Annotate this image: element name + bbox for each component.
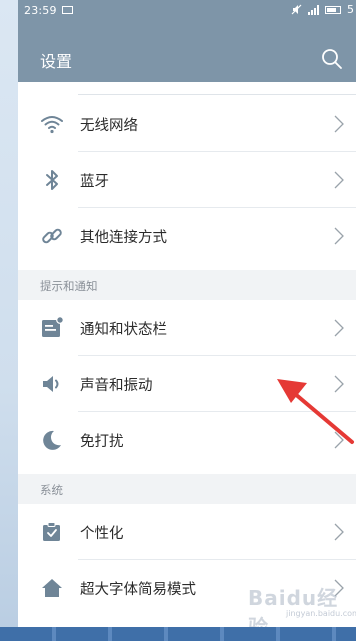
personalize-icon — [43, 522, 60, 541]
watermark-url: jingyan.baidu.com — [286, 609, 356, 618]
bluetooth-icon — [46, 170, 58, 190]
search-icon[interactable] — [320, 47, 344, 71]
status-indicators: 5 — [291, 3, 354, 16]
wifi-icon — [41, 116, 63, 134]
settings-item-do-not-disturb[interactable]: 免打扰 — [18, 412, 356, 468]
app-header: 设置 — [18, 36, 356, 82]
settings-item-label: 免打扰 — [80, 434, 124, 450]
chevron-right-icon — [334, 227, 344, 245]
chevron-right-icon — [334, 523, 344, 541]
section-header-system: 系统 — [18, 474, 356, 504]
speaker-icon — [43, 376, 59, 392]
settings-item-label: 个性化 — [80, 526, 124, 542]
desktop-taskbar — [0, 627, 356, 641]
settings-item-label: 超大字体简易模式 — [80, 582, 196, 598]
home-icon — [42, 579, 62, 597]
settings-item-label: 无线网络 — [80, 118, 138, 134]
watermark: Baidu经验 jingyan.baidu.com — [248, 582, 356, 627]
mute-icon — [291, 4, 302, 15]
section-title: 系统 — [40, 483, 63, 497]
chevron-right-icon — [334, 431, 344, 449]
notification-icon — [42, 316, 64, 337]
status-time: 23:59 — [24, 4, 57, 17]
status-bar: 23:59 5 — [18, 0, 356, 36]
chevron-right-icon — [334, 319, 344, 337]
settings-item-label: 声音和振动 — [80, 378, 153, 394]
chevron-right-icon — [334, 375, 344, 393]
settings-list: 无线网络 蓝牙 其他连接方式 提示和通知 通知和状态栏 声音和振动 免打扰 系统… — [18, 82, 356, 627]
chevron-right-icon — [334, 115, 344, 133]
settings-item-label: 蓝牙 — [80, 174, 109, 190]
phone-screen: 23:59 5 设置 无线网络 蓝牙 其他连接方式 提示和通知 通知和状态栏 声… — [18, 0, 356, 627]
settings-item-other-connections[interactable]: 其他连接方式 — [18, 208, 356, 264]
battery-icon — [325, 5, 341, 14]
settings-item-bluetooth[interactable]: 蓝牙 — [18, 152, 356, 208]
settings-item-sound-vibration[interactable]: 声音和振动 — [18, 356, 356, 412]
settings-item-notifications-statusbar[interactable]: 通知和状态栏 — [18, 300, 356, 356]
watermark-brand: Baidu经验 — [248, 586, 339, 627]
section-header-notifications: 提示和通知 — [18, 270, 356, 300]
chevron-right-icon — [334, 171, 344, 189]
settings-item-label: 通知和状态栏 — [80, 322, 167, 338]
signal-icon — [308, 4, 319, 15]
link-icon — [42, 228, 62, 244]
settings-item-personalize[interactable]: 个性化 — [18, 504, 356, 560]
divider — [78, 94, 356, 95]
settings-item-label: 其他连接方式 — [80, 230, 167, 246]
settings-item-wifi[interactable]: 无线网络 — [18, 96, 356, 152]
page-title: 设置 — [40, 52, 73, 71]
screenshot-notification-icon — [62, 6, 73, 14]
moon-icon — [43, 430, 61, 450]
battery-level: 5 — [347, 3, 354, 16]
section-title: 提示和通知 — [40, 279, 98, 293]
desktop-background — [0, 0, 18, 641]
